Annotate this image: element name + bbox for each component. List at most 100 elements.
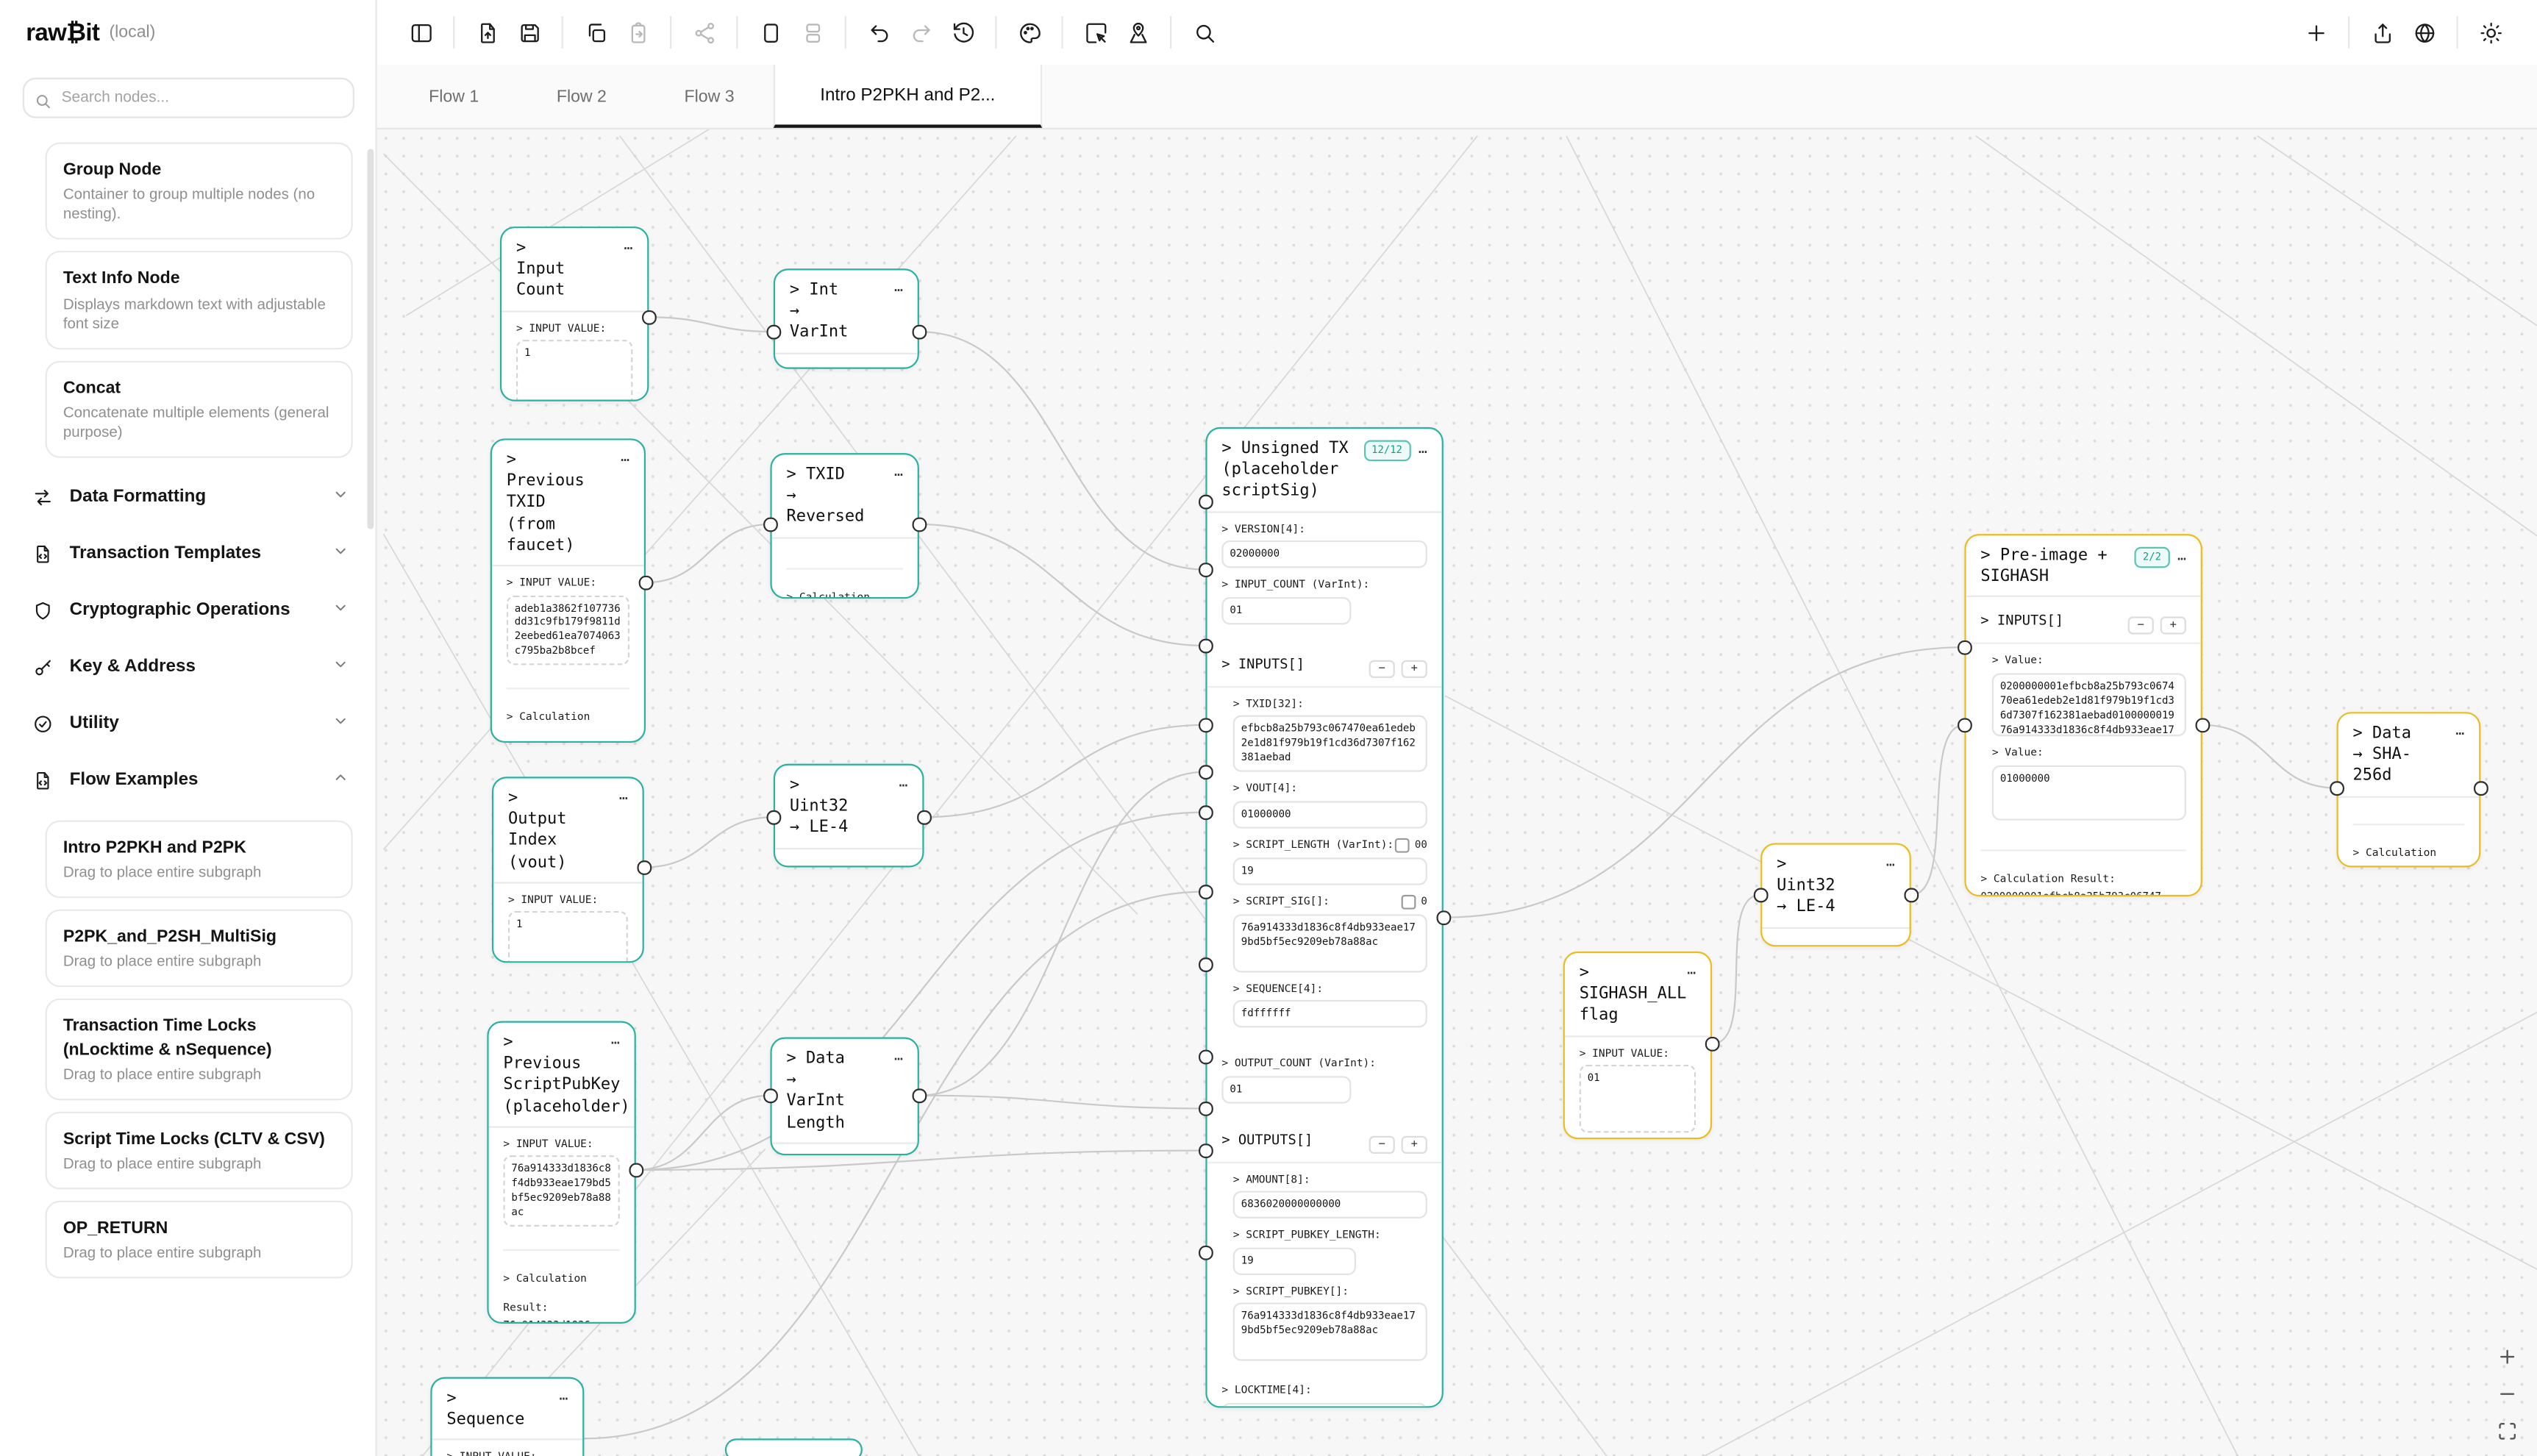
node-menu-button[interactable]: … xyxy=(1687,964,1696,979)
select-tool-button[interactable] xyxy=(1074,11,1116,53)
input-port[interactable] xyxy=(1199,495,1213,509)
node-menu-button[interactable]: … xyxy=(894,466,903,481)
output-port[interactable] xyxy=(1904,888,1918,902)
output-port[interactable] xyxy=(913,518,927,532)
sidebar-item-text-info-node[interactable]: Text Info NodeDisplays markdown text wit… xyxy=(46,251,353,349)
field-input[interactable]: 01000000 xyxy=(1992,765,2186,820)
zoom-out-button[interactable] xyxy=(2494,1380,2519,1406)
edge[interactable] xyxy=(919,524,1205,646)
input-port[interactable] xyxy=(1199,957,1213,971)
sidebar-item-p2pk-and-p2sh-multisig[interactable]: P2PK_and_P2SH_MultiSigDrag to place enti… xyxy=(46,910,353,988)
array-add-button[interactable]: + xyxy=(1402,1135,1427,1153)
import-flow-button[interactable] xyxy=(466,11,508,53)
input-port[interactable] xyxy=(1199,639,1213,653)
edge[interactable] xyxy=(1712,895,1760,1043)
fit-view-button[interactable] xyxy=(2494,1418,2519,1443)
edge[interactable] xyxy=(2202,725,2337,788)
output-port[interactable] xyxy=(1436,910,1450,924)
search-canvas-button[interactable] xyxy=(1183,11,1225,53)
field-input[interactable]: 76a914333d1836c8f4db933eae179bd5bf5ec920… xyxy=(1233,913,1427,971)
field-input[interactable]: 19 xyxy=(1233,1247,1356,1274)
node-menu-button[interactable]: … xyxy=(894,282,903,296)
field-input[interactable]: 1 xyxy=(516,340,632,401)
field-input[interactable]: adeb1a3862f107736dd31c9fb179f9811d2eebed… xyxy=(507,595,629,666)
sidebar-item-concat[interactable]: ConcatConcatenate multiple elements (gen… xyxy=(46,360,353,458)
edge[interactable] xyxy=(924,725,1205,817)
node-menu-button[interactable]: … xyxy=(2455,725,2464,740)
sidebar-category-transaction-templates[interactable]: Transaction Templates xyxy=(0,526,376,582)
node-output-index[interactable]: > Output Index (vout)…> INPUT VALUE:1> C… xyxy=(492,777,644,963)
sidebar-item-transaction-time-locks-nlocktime-nsequence[interactable]: Transaction Time Locks (nLocktime & nSeq… xyxy=(46,999,353,1100)
field-input[interactable]: efbcb8a25b793c067470ea61edeb2e1d81f979b1… xyxy=(1233,715,1427,772)
tab-flow-2[interactable]: Flow 2 xyxy=(518,65,646,128)
node-sequence[interactable]: > Sequence…> INPUT VALUE:fffffffd xyxy=(430,1377,584,1456)
array-remove-button[interactable]: − xyxy=(1369,660,1395,677)
node-menu-button[interactable]: … xyxy=(894,1050,903,1065)
node-int-varint[interactable]: > Int → VarInt…> Calculation Result:01 xyxy=(774,268,919,368)
field-input[interactable]: 00000000 xyxy=(1221,1402,1427,1407)
node-txid-reversed[interactable]: > TXID → Reversed…> Calculation Result:e… xyxy=(770,453,918,599)
add-node-button[interactable] xyxy=(749,11,791,53)
redo-button[interactable] xyxy=(899,11,941,53)
sidebar-scrollbar[interactable] xyxy=(368,149,374,529)
new-flow-button[interactable] xyxy=(2294,11,2336,53)
field-checkbox[interactable] xyxy=(1395,838,1410,852)
input-port[interactable] xyxy=(1958,640,1972,654)
share-button[interactable] xyxy=(683,11,725,53)
input-port[interactable] xyxy=(1199,885,1213,899)
edge[interactable] xyxy=(919,332,1205,569)
output-port[interactable] xyxy=(639,576,653,590)
edge[interactable] xyxy=(636,1151,1206,1170)
output-port[interactable] xyxy=(2474,781,2488,795)
field-input[interactable]: 1 xyxy=(508,912,628,963)
node-data-sha256d[interactable]: > Data → SHA-256d…> Calculation Result:f… xyxy=(2337,712,2481,867)
input-port[interactable] xyxy=(1199,718,1213,732)
field-input[interactable]: fdffffff xyxy=(1233,1000,1427,1027)
output-port[interactable] xyxy=(913,1088,927,1102)
node-menu-button[interactable]: … xyxy=(1419,443,1427,458)
field-input[interactable]: 01 xyxy=(1221,1076,1351,1103)
input-port[interactable] xyxy=(1754,888,1768,902)
field-input[interactable]: 76a914333d1836c8f4db933eae179bd5bf5ec920… xyxy=(503,1156,619,1227)
sidebar-item-group-node[interactable]: Group NodeContainer to group multiple no… xyxy=(46,143,353,240)
node-node-stub[interactable] xyxy=(725,1438,863,1456)
edge[interactable] xyxy=(919,772,1205,1096)
field-input[interactable]: 0200000001efbcb8a25b793c067470ea61edeb2e… xyxy=(1992,673,2186,736)
node-uint32-le4-a[interactable]: > Uint32 → LE-4…> Calculation Result:010… xyxy=(774,764,924,868)
tab-flow-3[interactable]: Flow 3 xyxy=(646,65,774,128)
paste-button[interactable] xyxy=(616,11,658,53)
field-input[interactable]: 01000000 xyxy=(1233,800,1427,827)
node-menu-button[interactable]: … xyxy=(611,1034,620,1049)
sidebar-category-data-formatting[interactable]: Data Formatting xyxy=(0,469,376,526)
input-port[interactable] xyxy=(766,325,780,339)
publish-button[interactable] xyxy=(2403,11,2445,53)
copy-result-button[interactable] xyxy=(2172,893,2186,897)
output-port[interactable] xyxy=(913,325,927,339)
edge[interactable] xyxy=(644,817,774,867)
output-port[interactable] xyxy=(2196,718,2210,732)
node-menu-button[interactable]: … xyxy=(559,1390,568,1405)
sidebar-category-key-address[interactable]: Key & Address xyxy=(0,639,376,696)
sidebar-item-op-return[interactable]: OP_RETURNDrag to place entire subgraph xyxy=(46,1201,353,1279)
node-menu-button[interactable]: … xyxy=(624,240,632,254)
sidebar-category-cryptographic-operations[interactable]: Cryptographic Operations xyxy=(0,582,376,639)
output-port[interactable] xyxy=(642,310,656,324)
node-menu-button[interactable]: … xyxy=(899,777,908,791)
field-input[interactable]: 6836020000000000 xyxy=(1233,1191,1427,1218)
split-node-button[interactable] xyxy=(791,11,833,53)
field-input[interactable]: 19 xyxy=(1233,857,1427,884)
input-port[interactable] xyxy=(1958,718,1972,732)
node-uint32-le4-b[interactable]: > Uint32 → LE-4…> Calculation Result:010… xyxy=(1760,843,1911,946)
theme-toggle-button[interactable] xyxy=(2469,11,2511,53)
tab-flow-1[interactable]: Flow 1 xyxy=(390,65,518,128)
minimap-button[interactable] xyxy=(1116,11,1158,53)
node-input-count[interactable]: > Input Count…> INPUT VALUE:1> Calculati… xyxy=(500,226,649,402)
sidebar-category-flow-examples[interactable]: Flow Examples xyxy=(0,752,376,809)
input-port[interactable] xyxy=(2330,781,2344,795)
toggle-sidebar-button[interactable] xyxy=(400,11,442,53)
field-input[interactable]: 01 xyxy=(1221,596,1351,624)
history-button[interactable] xyxy=(942,11,984,53)
edge[interactable] xyxy=(636,1096,771,1170)
output-port[interactable] xyxy=(629,1163,643,1177)
array-add-button[interactable]: + xyxy=(1402,660,1427,677)
